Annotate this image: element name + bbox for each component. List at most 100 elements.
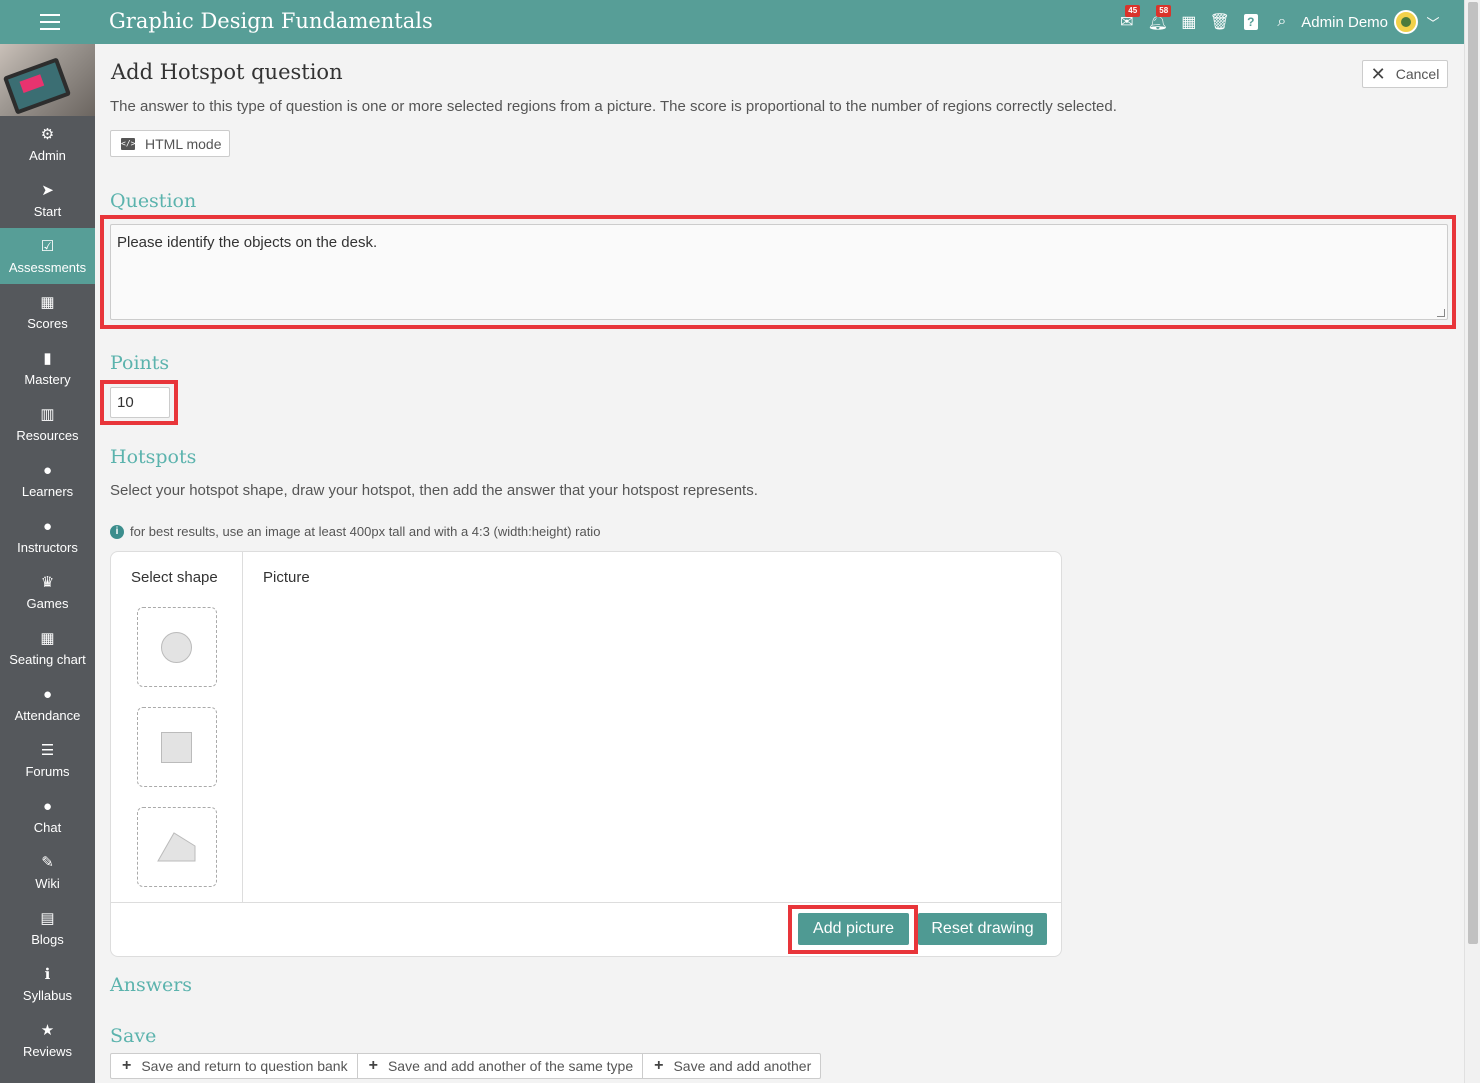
sidebar-item-mastery[interactable]: ▮ Mastery [0, 340, 95, 396]
reviews-icon: ★ [40, 1022, 55, 1039]
help-button[interactable]: ? [1235, 0, 1266, 44]
start-icon: ➤ [41, 182, 54, 199]
save-add-another-button[interactable]: + Save and add another [643, 1054, 820, 1078]
help-icon: ? [1243, 14, 1258, 30]
save-heading: Save [110, 1025, 157, 1047]
page-title: Add Hotspot question [111, 60, 343, 84]
cancel-button[interactable]: ✕ Cancel [1362, 60, 1448, 88]
sidebar-item-wiki[interactable]: ✎ Wiki [0, 844, 95, 900]
square-icon [161, 732, 192, 763]
sidebar-item-label: Mastery [24, 372, 71, 387]
calendar-button[interactable]: ▦ [1173, 0, 1204, 44]
sidebar-item-label: Attendance [14, 708, 81, 723]
sidebar-item-start[interactable]: ➤ Start [0, 172, 95, 228]
wiki-icon: ✎ [41, 854, 54, 871]
sidebar-item-label: Forums [25, 764, 70, 779]
calendar-icon: ▦ [1181, 14, 1197, 31]
sidebar-item-learners[interactable]: ● Learners [0, 452, 95, 508]
sidebar-item-assessments[interactable]: ☑ Assessments [0, 228, 95, 284]
sidebar-item-forums[interactable]: ☰ Forums [0, 732, 95, 788]
hotspots-hint: i for best results, use an image at leas… [110, 524, 600, 539]
points-heading: Points [110, 352, 170, 374]
question-textarea[interactable]: Please identify the objects on the desk. [110, 224, 1448, 320]
plus-icon: + [122, 1057, 132, 1074]
sidebar-item-resources[interactable]: ▥ Resources [0, 396, 95, 452]
attendance-icon: ● [42, 686, 53, 703]
circle-shape-button[interactable] [137, 607, 217, 687]
sidebar-item-admin[interactable]: ⚙ Admin [0, 116, 95, 172]
hint-text: for best results, use an image at least … [130, 524, 601, 539]
messages-badge: 45 [1125, 5, 1141, 17]
save-add-same-label: Save and add another of the same type [387, 1058, 634, 1074]
picture-canvas[interactable] [244, 597, 1061, 901]
page-description: The answer to this type of question is o… [110, 98, 1117, 115]
panel-divider [111, 902, 1061, 903]
user-name[interactable]: Admin Demo [1301, 14, 1388, 31]
save-return-button[interactable]: + Save and return to question bank [111, 1054, 358, 1078]
top-bar: Graphic Design Fundamentals ✉ 45 🔔︎ 58 ▦… [0, 0, 1464, 44]
messages-button[interactable]: ✉ 45 [1111, 0, 1142, 44]
question-heading: Question [110, 190, 197, 212]
sidebar-item-chat[interactable]: ● Chat [0, 788, 95, 844]
sidebar-item-label: Games [26, 596, 69, 611]
blogs-icon: ▤ [40, 910, 55, 927]
reset-drawing-button[interactable]: Reset drawing [918, 913, 1047, 945]
sidebar-item-label: Admin [29, 148, 66, 163]
trash-button[interactable]: 🗑︎ [1204, 0, 1235, 44]
hotspot-editor: Select shape Picture [110, 551, 1062, 957]
scroll-thumb[interactable] [1468, 2, 1478, 944]
code-icon: </> [121, 137, 136, 150]
sidebar-item-syllabus[interactable]: ℹ Syllabus [0, 956, 95, 1012]
main-content: Add Hotspot question ✕ Cancel The answer… [95, 44, 1464, 1083]
square-shape-button[interactable] [137, 707, 217, 787]
games-icon: ♛ [40, 574, 55, 591]
notifications-button[interactable]: 🔔︎ 58 [1142, 0, 1173, 44]
sidebar-item-instructors[interactable]: ● Instructors [0, 508, 95, 564]
sidebar-item-label: Reviews [22, 1044, 73, 1059]
resize-handle[interactable] [1437, 309, 1445, 317]
polygon-shape-button[interactable] [137, 807, 217, 887]
sidebar-item-label: Scores [27, 316, 68, 331]
points-input[interactable]: 10 [110, 387, 170, 418]
instructors-icon: ● [42, 518, 53, 535]
sidebar-item-attendance[interactable]: ● Attendance [0, 676, 95, 732]
menu-icon[interactable] [40, 14, 60, 30]
sidebar-item-label: Instructors [17, 540, 78, 555]
sidebar-item-label: Assessments [8, 260, 87, 275]
resources-icon: ▥ [40, 406, 55, 423]
answers-heading: Answers [110, 974, 193, 996]
top-icons: ✉ 45 🔔︎ 58 ▦ 🗑︎ ? ⌕ Admin Demo ﹀ [1111, 0, 1464, 44]
sidebar-item-label: Resources [16, 428, 79, 443]
question-text: Please identify the objects on the desk. [117, 234, 378, 251]
sidebar-item-seating-chart[interactable]: ▦ Seating chart [0, 620, 95, 676]
sidebar-item-label: Learners [21, 484, 74, 499]
avatar[interactable] [1394, 10, 1418, 34]
sidebar-item-reviews[interactable]: ★ Reviews [0, 1012, 95, 1068]
search-button[interactable]: ⌕ [1266, 0, 1297, 44]
html-mode-label: HTML mode [145, 135, 222, 152]
forums-icon: ☰ [40, 742, 55, 759]
html-mode-button[interactable]: </> HTML mode [110, 130, 230, 157]
sidebar-item-blogs[interactable]: ▤ Blogs [0, 900, 95, 956]
select-shape-label: Select shape [131, 569, 218, 586]
page-scrollbar[interactable] [1464, 0, 1480, 1083]
cancel-label: Cancel [1395, 66, 1440, 82]
seating-chart-icon: ▦ [40, 630, 55, 647]
circle-icon [161, 632, 192, 663]
sidebar-item-scores[interactable]: ▦ Scores [0, 284, 95, 340]
sidebar-item-label: Wiki [35, 876, 60, 891]
save-add-another-label: Save and add another [673, 1058, 812, 1074]
scores-icon: ▦ [40, 294, 55, 311]
chevron-down-icon[interactable]: ﹀ [1418, 13, 1448, 32]
course-thumbnail[interactable] [0, 44, 95, 116]
sidebar-item-label: Start [33, 204, 62, 219]
course-title[interactable]: Graphic Design Fundamentals [109, 9, 433, 33]
add-picture-button[interactable]: Add picture [798, 913, 909, 945]
sidebar-item-games[interactable]: ♛ Games [0, 564, 95, 620]
admin-icon: ⚙ [40, 126, 55, 143]
save-add-same-button[interactable]: + Save and add another of the same type [358, 1054, 644, 1078]
sidebar-item-label: Seating chart [9, 652, 86, 667]
save-button-group: + Save and return to question bank + Sav… [110, 1053, 822, 1079]
learners-icon: ● [42, 462, 53, 479]
chat-icon: ● [42, 798, 53, 815]
